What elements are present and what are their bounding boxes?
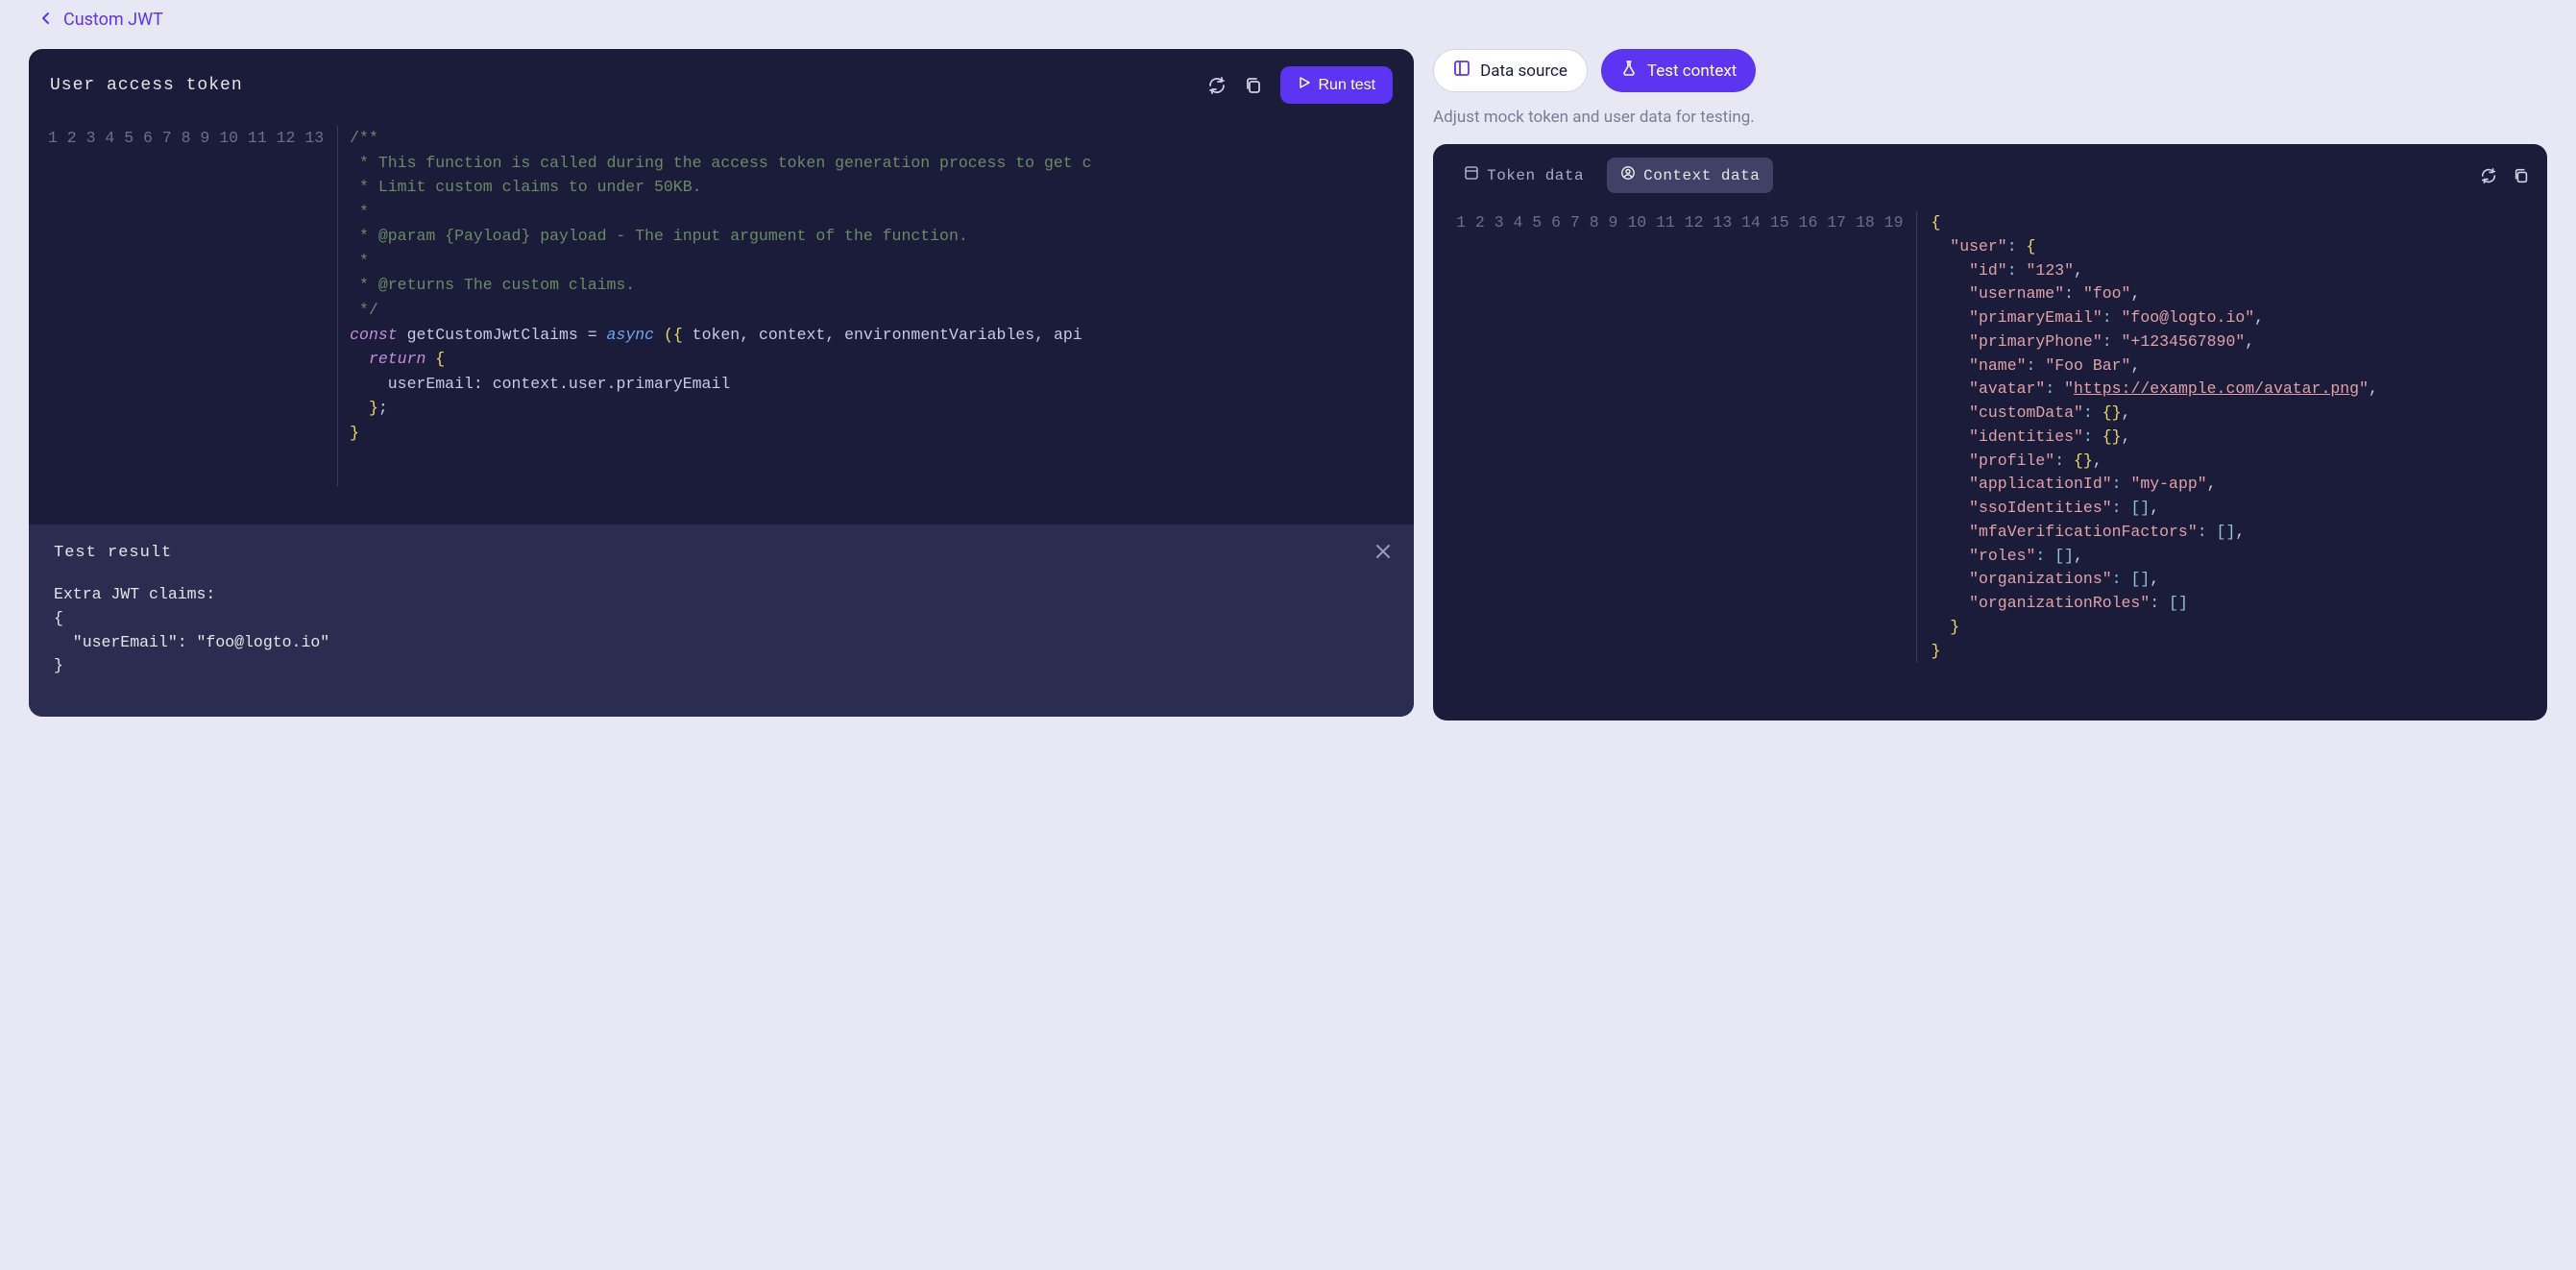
test-result-title: Test result	[54, 544, 1389, 562]
run-test-label: Run test	[1319, 77, 1376, 94]
breadcrumb[interactable]: Custom JWT	[29, 10, 2547, 30]
editor-title: User access token	[50, 76, 243, 95]
code-editor[interactable]: 1 2 3 4 5 6 7 8 9 10 11 12 13 /** * This…	[29, 121, 1414, 525]
data-source-label: Data source	[1480, 61, 1567, 81]
user-icon	[1620, 165, 1636, 185]
tab-context-data-label: Context data	[1643, 167, 1760, 184]
test-context-label: Test context	[1647, 61, 1737, 81]
refresh-icon[interactable]	[1207, 76, 1227, 95]
helper-text: Adjust mock token and user data for test…	[1433, 108, 2547, 127]
tab-token-data-label: Token data	[1487, 167, 1584, 184]
code-lines[interactable]: /** * This function is called during the…	[337, 126, 1414, 486]
copy-icon[interactable]	[2513, 167, 2530, 184]
breadcrumb-label[interactable]: Custom JWT	[63, 10, 163, 30]
line-gutter: 1 2 3 4 5 6 7 8 9 10 11 12 13	[29, 126, 337, 486]
test-context-pill[interactable]: Test context	[1601, 49, 1756, 92]
play-icon	[1298, 76, 1311, 94]
flask-icon	[1620, 60, 1638, 82]
tab-context-data[interactable]: Context data	[1607, 158, 1773, 193]
copy-icon[interactable]	[1244, 76, 1263, 95]
json-lines[interactable]: { "user": { "id": "123", "username": "fo…	[1916, 211, 2547, 663]
run-test-button[interactable]: Run test	[1280, 66, 1394, 104]
back-icon[interactable]	[38, 11, 54, 30]
refresh-icon[interactable]	[2480, 167, 2497, 184]
tab-token-data[interactable]: Token data	[1450, 158, 1597, 193]
json-editor[interactable]: 1 2 3 4 5 6 7 8 9 10 11 12 13 14 15 16 1…	[1433, 207, 2547, 720]
json-panel: Token data Context data	[1433, 144, 2547, 720]
test-result-panel: Test result Extra JWT claims: { "userEma…	[29, 525, 1414, 717]
close-icon[interactable]	[1373, 542, 1393, 566]
data-source-pill[interactable]: Data source	[1433, 49, 1588, 92]
code-editor-panel: User access token Run test	[29, 49, 1414, 717]
box-icon	[1464, 165, 1479, 185]
test-result-body: Extra JWT claims: { "userEmail": "foo@lo…	[54, 583, 1389, 678]
line-gutter: 1 2 3 4 5 6 7 8 9 10 11 12 13 14 15 16 1…	[1433, 211, 1916, 663]
panel-icon	[1453, 60, 1470, 82]
